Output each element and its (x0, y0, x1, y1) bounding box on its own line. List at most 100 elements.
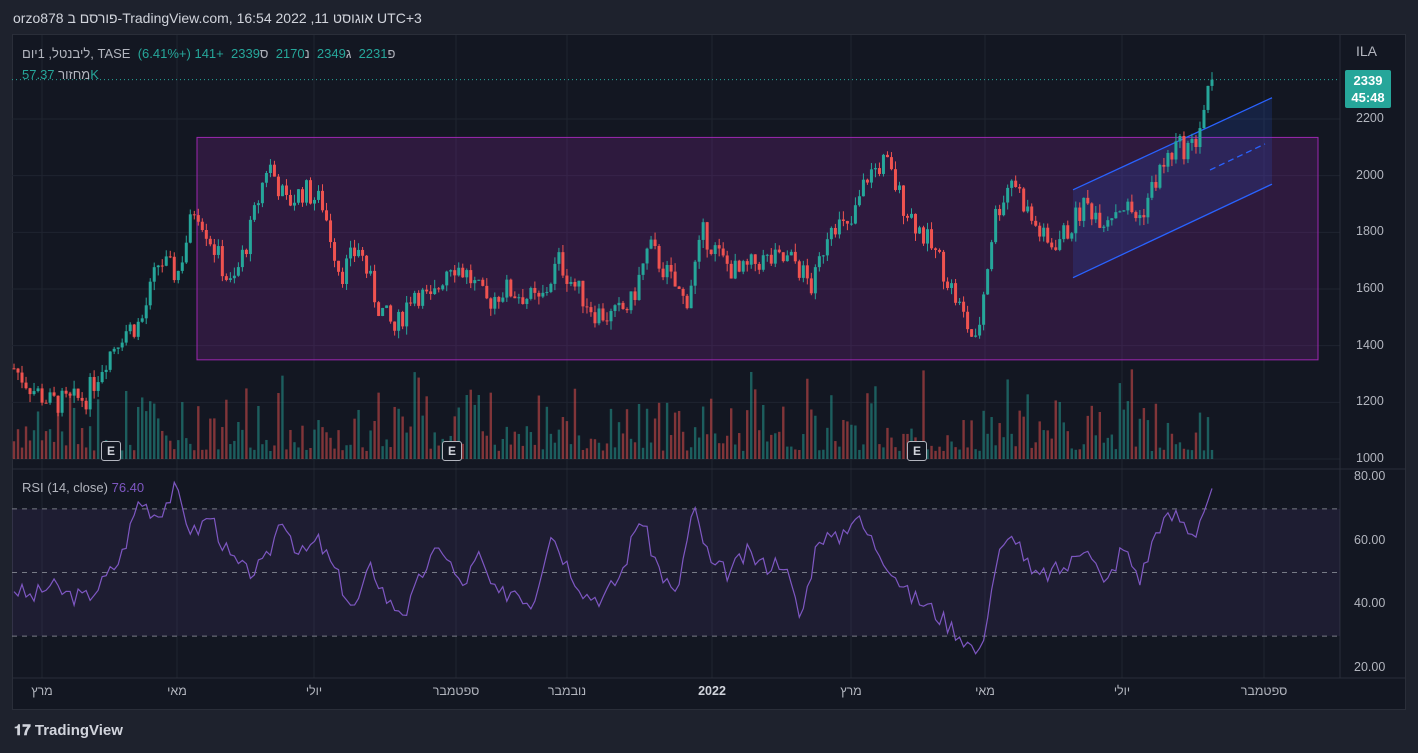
candle-body (449, 270, 453, 272)
last-price: 2339 (1353, 73, 1383, 88)
candle-body (441, 285, 445, 290)
candle-body (96, 382, 100, 391)
candle-body (681, 288, 685, 296)
tradingview-logo[interactable]: 𝟏𝟕 TradingView (14, 722, 123, 739)
volume-bar (762, 405, 765, 459)
volume-bar (20, 447, 24, 459)
candle-body (617, 302, 621, 306)
candle-body (705, 222, 709, 250)
time-label: מרץ (840, 684, 862, 698)
candle-body (1118, 211, 1122, 213)
candle-body (777, 249, 781, 253)
volume-bar (822, 449, 825, 459)
time-label: יולי (1113, 684, 1131, 698)
volume-bar (1026, 394, 1029, 459)
candle-body (40, 388, 44, 403)
volume-bar (52, 441, 56, 459)
rsi-tick: 80.00 (1354, 469, 1386, 483)
candle-body (637, 274, 641, 300)
close-value: 2339 (231, 46, 260, 61)
time-label: מרץ (31, 684, 53, 698)
bar-countdown: 45:48 (1351, 90, 1385, 105)
candle-body (946, 281, 950, 288)
chart-canvas[interactable] (0, 0, 1418, 753)
candle-body (873, 168, 877, 170)
volume-bar (778, 431, 781, 459)
volume-bar (1174, 444, 1178, 459)
volume-bar (365, 450, 368, 459)
candle-body (1090, 203, 1094, 220)
volume-bar (746, 410, 749, 459)
candle-body (308, 180, 312, 204)
volume-bar (373, 420, 376, 459)
candle-body (885, 154, 889, 158)
volume-bar (289, 429, 292, 459)
volume-bar (866, 393, 869, 459)
volume-label: מחזור (58, 67, 91, 82)
candle-body (661, 268, 665, 278)
candle-body (236, 267, 240, 276)
open-value: 2231 (358, 46, 388, 61)
low-label: נ (304, 46, 310, 61)
volume-bar (701, 406, 705, 459)
volume-bar (269, 450, 272, 459)
candle-body (1142, 215, 1146, 218)
volume-bar (597, 442, 601, 459)
candle-body (1182, 135, 1186, 160)
candle-body (208, 238, 212, 245)
volume-bar (421, 415, 424, 459)
candle-body (1138, 215, 1142, 219)
candle-body (869, 169, 873, 183)
price-tick: 2200 (1356, 111, 1384, 125)
volume-bar (653, 418, 657, 459)
candle-body (268, 164, 272, 174)
candle-body (116, 347, 120, 349)
candle-body (805, 265, 809, 279)
candle-body (633, 291, 637, 300)
earnings-marker[interactable]: E (907, 441, 927, 461)
candle-body (1014, 180, 1018, 187)
candle-body (665, 264, 669, 278)
volume-bar (357, 409, 360, 459)
candle-body (296, 189, 300, 203)
volume-bar (281, 375, 284, 459)
candle-body (489, 298, 493, 309)
candle-body (300, 189, 304, 203)
volume-bar (241, 429, 244, 459)
volume-bar (249, 447, 252, 459)
candle-body (577, 280, 581, 287)
volume-bar (56, 411, 60, 459)
volume-bar (1162, 449, 1166, 459)
candle-body (986, 269, 990, 295)
volume-bar (1206, 417, 1210, 459)
candle-body (421, 289, 425, 306)
candle-body (1210, 79, 1214, 86)
rsi-value: 76.40 (111, 480, 145, 495)
earnings-marker[interactable]: E (101, 441, 121, 461)
volume-bar (1186, 449, 1190, 459)
volume-bar (92, 450, 96, 459)
volume-bar (493, 444, 497, 459)
candle-body (196, 215, 200, 222)
candle-body (581, 280, 585, 307)
volume-bar (553, 442, 557, 459)
candle-body (377, 302, 381, 316)
candle-body (353, 247, 357, 257)
candle-body (966, 311, 970, 330)
volume-bar (729, 408, 733, 459)
volume-bar (257, 405, 260, 459)
candle-body (753, 254, 757, 264)
candle-body (713, 245, 717, 254)
volume-bar (1210, 449, 1214, 459)
volume-bar (742, 450, 745, 459)
candle-body (1198, 128, 1202, 148)
volume-bar (72, 407, 76, 459)
candle-body (304, 180, 308, 203)
volume-bar (425, 396, 428, 459)
candle-body (1086, 197, 1090, 204)
earnings-marker[interactable]: E (442, 441, 462, 461)
volume-bar (850, 424, 853, 459)
candle-body (609, 310, 613, 322)
volume-bar (585, 448, 589, 459)
candle-body (357, 249, 361, 257)
